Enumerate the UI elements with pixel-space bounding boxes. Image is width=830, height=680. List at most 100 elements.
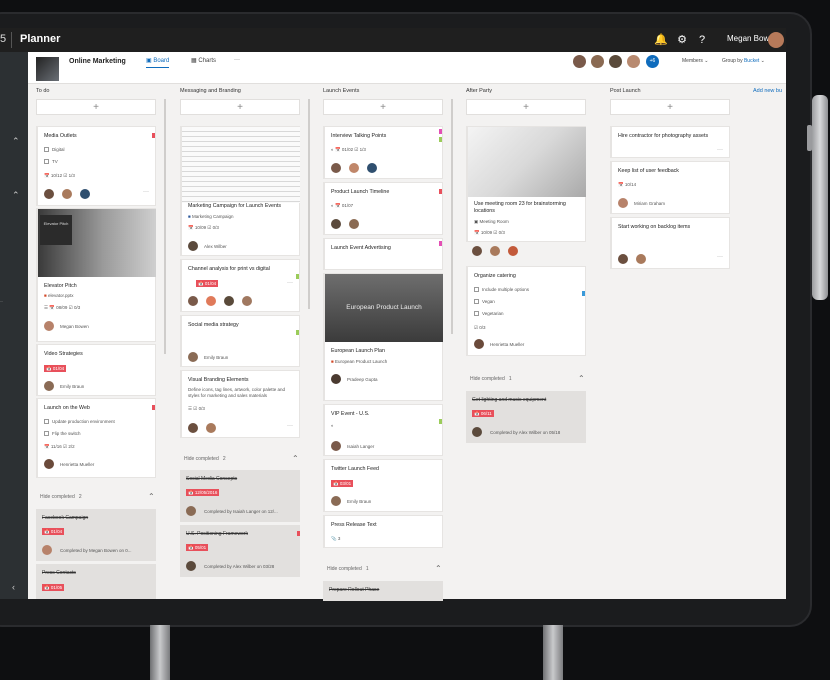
chevron-up-icon[interactable]: ⌃ [578,374,585,383]
bucket-title[interactable]: Launch Events [323,88,359,94]
avatar[interactable] [44,381,54,391]
avatar[interactable] [188,296,198,306]
avatar[interactable] [242,296,252,306]
avatar[interactable] [472,427,482,437]
avatar[interactable] [42,545,52,555]
tab-charts[interactable]: ▦ Charts [191,57,216,64]
avatar[interactable] [331,163,341,173]
task-card[interactable]: Launch Event Advertising [323,238,443,270]
scrollbar[interactable] [164,99,166,354]
bucket-title[interactable]: After Party [466,88,492,94]
avatar[interactable] [618,254,628,264]
avatar[interactable] [472,246,482,256]
member-avatar[interactable] [609,55,622,68]
task-card[interactable]: Channel analysis for print vs digital 📅 … [180,259,300,312]
avatar[interactable] [206,296,216,306]
avatar[interactable] [331,219,341,229]
member-avatar[interactable] [573,55,586,68]
avatar[interactable] [331,374,341,384]
task-card[interactable]: Social media strategy Emily Braun [180,315,300,367]
tab-more[interactable]: ··· [234,57,240,63]
avatar[interactable] [490,246,500,256]
bucket-title[interactable]: To do [36,88,49,94]
hide-completed-toggle[interactable]: Hide completed 2 [40,494,82,500]
task-card[interactable]: Twitter Launch Feed 📅 03/01 Emily Braun [323,459,443,512]
add-task-button[interactable]: + [610,99,730,115]
avatar[interactable] [206,423,216,433]
task-card[interactable]: Marketing Campaign for Launch Events ■ M… [180,126,300,256]
avatar[interactable] [44,189,54,199]
task-card[interactable]: Product Launch Timeline ◐ 📅 01/07 [323,182,443,235]
bucket-title[interactable]: Post Launch [610,88,641,94]
group-by-button[interactable]: Group by Bucket ⌄ [722,58,765,64]
help-icon[interactable]: ? [692,28,712,52]
bell-icon[interactable]: 🔔 [651,28,671,52]
hide-completed-toggle[interactable]: Hide completed 1 [327,566,369,572]
task-card[interactable]: Elevator Pitch Elevator Pitch ■ elevator… [36,208,156,342]
chevron-up-icon[interactable]: ⌃ [12,136,20,147]
more-icon[interactable]: ··· [287,280,293,286]
completed-card[interactable]: Social Media Concepts 📅 12/05/2016 Compl… [180,470,300,522]
tab-board[interactable]: ▣ Board [146,57,170,68]
completed-card[interactable]: Prepare Rollout Phase [323,581,443,601]
avatar[interactable] [44,459,54,469]
task-card[interactable]: Organize catering Include multiple optio… [466,266,586,356]
members-button[interactable]: Members ⌄ [682,58,708,64]
chevron-up-icon[interactable]: ⌃ [292,454,299,463]
avatar[interactable] [618,198,628,208]
avatar[interactable] [186,561,196,571]
task-card[interactable]: Use meeting room 23 for brainstorming lo… [466,126,586,242]
task-card[interactable]: European Product Launch European Launch … [323,273,443,401]
chevron-up-icon[interactable]: ⌃ [12,190,20,201]
chevron-up-icon[interactable]: ⌃ [148,492,155,501]
avatar[interactable] [44,321,54,331]
avatar[interactable] [349,219,359,229]
scrollbar[interactable] [451,99,453,334]
completed-card[interactable]: Get lighting and music equipment 📅 06/11… [466,391,586,443]
avatar[interactable] [474,339,484,349]
avatar[interactable] [80,189,90,199]
chevron-left-icon[interactable]: ‹ [12,582,15,592]
avatar[interactable] [508,246,518,256]
avatar[interactable] [636,254,646,264]
more-members-badge[interactable]: +6 [646,55,659,68]
app-title[interactable]: Planner [20,33,60,45]
more-icon[interactable]: ··· [717,147,723,153]
task-card[interactable]: Keep list of user feedback 📅 10/14 Miria… [610,161,730,214]
completed-card[interactable]: U.S. Positioning Framework 📅 05/01 Compl… [180,525,300,577]
more-icon[interactable]: ··· [717,254,723,260]
avatar[interactable] [186,506,196,516]
hide-completed-toggle[interactable]: Hide completed 1 [470,376,512,382]
avatar[interactable] [224,296,234,306]
task-card[interactable]: VIP Event - U.S. ◐ Isaiah Langer [323,404,443,456]
add-task-button[interactable]: + [323,99,443,115]
more-icon[interactable]: ··· [143,189,149,195]
task-card[interactable]: Visual Branding Elements Define icons, t… [180,370,300,438]
avatar[interactable] [349,163,359,173]
avatar[interactable] [331,441,341,451]
avatar[interactable] [188,352,198,362]
app-launcher[interactable]: 5 [0,33,6,45]
task-card[interactable]: Hire contractor for photography assets ·… [610,126,730,158]
add-task-button[interactable]: + [180,99,300,115]
chevron-up-icon[interactable]: ⌃ [435,564,442,573]
completed-card[interactable]: Facebook Campaign 📅 01/04 Completed by M… [36,509,156,561]
more-icon[interactable]: ··· [287,423,293,429]
add-task-button[interactable]: + [466,99,586,115]
task-card[interactable]: Launch on the Web Update production envi… [36,398,156,478]
scrollbar[interactable] [308,99,310,309]
member-avatar[interactable] [627,55,640,68]
task-card[interactable]: Start working on backlog items ··· [610,217,730,269]
task-card[interactable]: Video Strategies 📅 01/04 Emily Braun [36,344,156,396]
avatar[interactable] [768,32,784,48]
bucket-title[interactable]: Messaging and Branding [180,88,241,94]
member-avatar[interactable] [591,55,604,68]
avatar[interactable] [188,241,198,251]
avatar[interactable] [62,189,72,199]
task-card[interactable]: Interview Talking Points ◐ 📅 01/02 ☑ 1/3 [323,126,443,179]
avatar[interactable] [331,496,341,506]
gear-icon[interactable]: ⚙ [672,28,692,52]
task-card[interactable]: Press Release Text 📎 3 [323,515,443,548]
add-task-button[interactable]: + [36,99,156,115]
avatar[interactable] [188,423,198,433]
